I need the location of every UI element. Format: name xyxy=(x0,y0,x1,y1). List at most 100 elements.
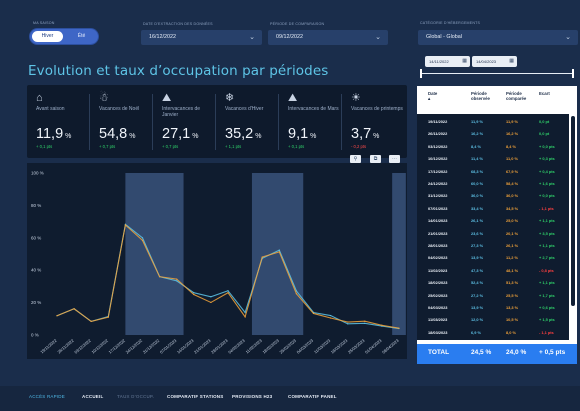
kpi-value-number: 35,2 xyxy=(225,126,254,142)
series-point-1 xyxy=(278,251,280,253)
table-row[interactable]: 28/01/2023 27,3 % 26,1 % + 1,1 pts xyxy=(417,240,569,251)
chevron-down-icon: ⌄ xyxy=(249,34,255,41)
col-header-ecart[interactable]: Ecart xyxy=(539,91,550,96)
cell-observed: 60,0 % xyxy=(471,181,484,186)
cell-compared: 13,3 % xyxy=(506,305,519,310)
table-row[interactable]: 11/03/2023 12,0 % 10,5 % + 1,5 pts xyxy=(417,314,569,325)
col-header-observed[interactable]: Période observée xyxy=(471,91,501,101)
sun-icon: ☀ xyxy=(351,92,361,104)
cell-compared: 11,9 % xyxy=(506,119,518,124)
kpi-delta: + 1,1 pts xyxy=(225,144,242,149)
cell-compared: 26,1 % xyxy=(506,243,519,248)
calendar-icon: ▦ xyxy=(462,58,467,64)
cell-observed: 68,3 % xyxy=(471,168,484,174)
kpi-name: Vacances de Noël xyxy=(99,106,140,112)
focus-mode-icon[interactable]: ⧉ xyxy=(370,155,381,163)
cell-date: 17/12/2022 xyxy=(428,168,448,174)
kpi-delta: + 0,1 pts xyxy=(36,144,53,149)
more-options-icon[interactable]: ⋯ xyxy=(389,155,400,163)
total-observed: 24,5 % xyxy=(471,349,492,356)
cell-date: 10/12/2022 xyxy=(428,156,448,162)
table-row[interactable]: 21/01/2023 23,6 % 20,1 % + 3,5 pts xyxy=(417,228,569,239)
kpi-name: Vacances de printemps xyxy=(351,106,403,112)
date-range-slider-handle-end[interactable] xyxy=(572,69,574,78)
cell-ecart: + 0,3 pts xyxy=(539,156,555,162)
kpi-card: ☃ Vacances de Noël 54,8% + 0,7 pts xyxy=(90,85,153,158)
christmas-tree-icon: ☃ xyxy=(99,92,109,104)
cell-date: 24/12/2022 xyxy=(428,181,448,186)
cell-date: 03/12/2022 xyxy=(428,143,448,149)
series-point-1 xyxy=(210,301,212,304)
nav-taux-occupation[interactable]: TAUX D'OCCUP. xyxy=(117,394,154,399)
holiday-period-band xyxy=(392,173,406,335)
compare-period-select[interactable]: 09/12/2022 ⌄ xyxy=(268,30,388,45)
table-row[interactable]: 11/02/2023 47,3 % 48,1 % - 0,8 pts xyxy=(417,265,569,276)
date-range-start[interactable]: 14/11/2022 ▦ xyxy=(425,56,470,67)
cell-compared: 67,9 % xyxy=(506,168,519,174)
cell-ecart: 0,0 pt xyxy=(539,119,550,124)
cell-date: 18/03/2023 xyxy=(428,329,448,335)
calendar-icon: ▦ xyxy=(509,58,514,64)
series-point-1 xyxy=(107,316,109,318)
col-header-compared[interactable]: Période comparée xyxy=(506,91,536,101)
total-ecart: + 0,5 pts xyxy=(539,349,566,356)
y-tick-label: 80 % xyxy=(31,203,41,208)
category-select[interactable]: Global - Global ⌄ xyxy=(418,30,578,45)
filter-icon[interactable]: ⚲ xyxy=(350,155,361,163)
series-point-0 xyxy=(141,237,144,239)
nav-provisions[interactable]: PROVISIONS H23 xyxy=(232,394,272,399)
cell-ecart: + 1,1 pts xyxy=(539,280,555,286)
x-tick-label: 18/02/2023 xyxy=(261,337,280,354)
date-range-end[interactable]: 14/04/2023 ▦ xyxy=(472,56,517,67)
cell-compared: 51,3 % xyxy=(506,280,519,286)
season-option-winter[interactable]: Hiver xyxy=(32,31,63,42)
date-range-slider-handle-start[interactable] xyxy=(420,69,422,78)
table-row[interactable]: 07/01/2023 33,4 % 34,5 % - 1,1 pts xyxy=(417,203,569,214)
kpi-card: ❄ Vacances d'Hiver 35,2% + 1,1 pts xyxy=(216,85,279,158)
table-row[interactable]: 04/03/2023 13,9 % 13,3 % + 0,6 pts xyxy=(417,302,569,313)
cell-ecart: + 1,1 pts xyxy=(539,218,555,224)
x-tick-label: 11/03/2023 xyxy=(313,337,332,354)
cell-ecart: + 1,5 pts xyxy=(539,317,555,323)
table-row[interactable]: 26/11/2022 16,2 % 16,2 % 0,0 pt xyxy=(417,128,569,139)
season-option-summer[interactable]: Été xyxy=(66,31,97,42)
table-row[interactable]: 10/12/2022 11,4 % 11,0 % + 0,3 pts xyxy=(417,153,569,164)
x-tick-label: 14/01/2023 xyxy=(176,337,195,354)
cell-observed: 36,0 % xyxy=(471,193,484,199)
table-row[interactable]: 14/01/2023 26,1 % 25,0 % + 1,1 pts xyxy=(417,215,569,226)
table-row[interactable]: 18/03/2023 6,9 % 8,0 % - 1,1 pts xyxy=(417,327,569,338)
table-row[interactable]: 17/12/2022 68,3 % 67,9 % + 0,4 pts xyxy=(417,166,569,177)
series-point-1 xyxy=(141,239,144,241)
table-row[interactable]: 24/12/2022 60,0 % 58,4 % + 1,6 pts xyxy=(417,178,569,189)
cell-compared: 16,2 % xyxy=(506,131,519,137)
extraction-date-select[interactable]: 16/12/2022 ⌄ xyxy=(141,30,262,45)
x-tick-label: 03/12/2022 xyxy=(73,337,92,354)
table-scrollbar[interactable] xyxy=(569,114,577,340)
table-row[interactable]: 18/02/2023 52,4 % 51,3 % + 1,1 pts xyxy=(417,277,569,288)
cell-compared: 48,1 % xyxy=(506,267,519,273)
cell-compared: 20,1 % xyxy=(506,230,519,236)
table-row[interactable]: 19/11/2022 11,9 % 11,9 % 0,0 pt xyxy=(417,116,569,127)
kpi-value: 27,1% xyxy=(162,127,198,144)
x-tick-label: 18/03/2023 xyxy=(330,337,349,354)
nav-accueil[interactable]: ACCUEIL xyxy=(82,394,103,399)
table-row[interactable]: 03/12/2022 8,4 % 8,4 % + 0,0 pts xyxy=(417,141,569,152)
col-header-date[interactable]: Date ▴ xyxy=(428,91,437,101)
table-scroll-thumb[interactable] xyxy=(571,116,575,306)
nav-comparatif-panel[interactable]: COMPARATIF PANEL xyxy=(288,394,337,399)
y-tick-label: 40 % xyxy=(31,268,41,273)
cell-ecart: + 0,6 pts xyxy=(539,305,555,310)
cell-observed: 33,4 % xyxy=(471,205,484,211)
nav-comparatif-stations[interactable]: COMPARATIF STATIONS xyxy=(167,394,223,399)
date-range-start-value: 14/11/2022 xyxy=(429,59,449,64)
season-toggle[interactable]: Hiver Été xyxy=(30,29,98,44)
series-point-1 xyxy=(398,327,400,329)
cell-compared: 34,5 % xyxy=(506,205,519,211)
x-tick-label: 28/01/2023 xyxy=(210,337,229,354)
date-range-slider-track[interactable] xyxy=(420,73,572,74)
table-row[interactable]: 04/02/2023 13,9 % 11,2 % + 2,7 pts xyxy=(417,252,569,263)
table-row[interactable]: 31/12/2022 36,0 % 36,0 % + 0,0 pts xyxy=(417,190,569,201)
occupancy-table: Date ▴ Période observée Période comparée… xyxy=(417,86,577,362)
table-row[interactable]: 25/02/2023 27,2 % 25,5 % + 1,7 pts xyxy=(417,290,569,301)
extraction-date-value: 16/12/2022 xyxy=(149,34,176,40)
